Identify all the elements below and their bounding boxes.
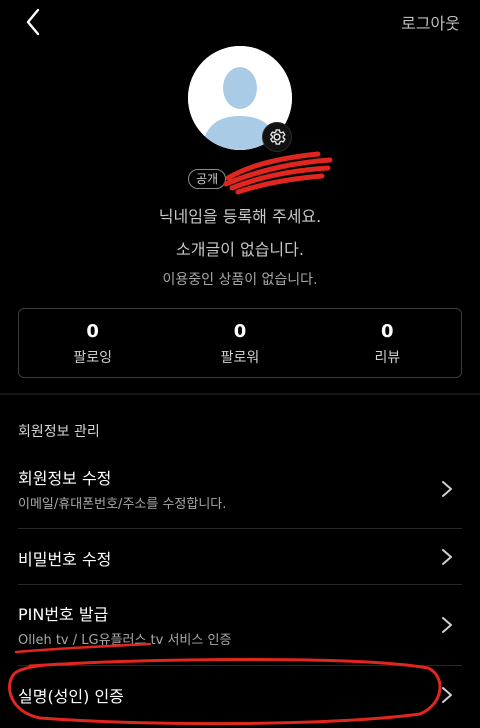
menu-item-title: 비밀번호 수정	[18, 550, 112, 569]
menu-item-pin-issue[interactable]: PIN번호 발급 Olleh tv / LG유플러스 tv 서비스 인증	[0, 585, 480, 665]
section-title: 회원정보 관리	[18, 424, 100, 440]
stat-value: 0	[86, 321, 99, 342]
menu-item-change-password[interactable]: 비밀번호 수정	[0, 529, 480, 584]
gear-icon	[270, 129, 286, 145]
menu-item-edit-profile[interactable]: 회원정보 수정 이메일/휴대폰번호/주소를 수정합니다.	[0, 452, 480, 528]
menu-item-subtitle: 이메일/휴대폰번호/주소를 수정합니다.	[18, 497, 227, 512]
product-status: 이용중인 상품이 없습니다.	[162, 272, 318, 288]
intro-text: 소개글이 없습니다.	[176, 240, 304, 259]
stat-label: 팔로워	[220, 350, 260, 366]
stat-label: 팔로잉	[73, 350, 112, 366]
chevron-right-icon	[442, 687, 452, 703]
menu-item-title: 회원정보 수정	[18, 469, 112, 488]
nickname-prompt[interactable]: 닉네임을 등록해 주세요.	[0, 203, 480, 227]
back-arrow-icon	[26, 8, 40, 36]
menu-item-title: 실명(성인) 인증	[18, 687, 124, 706]
stat-value: 0	[381, 321, 394, 342]
chevron-right-icon	[442, 617, 452, 633]
back-button[interactable]	[20, 6, 50, 38]
stat-reviews[interactable]: 0 리뷰	[314, 309, 461, 377]
section-divider	[0, 393, 480, 395]
chevron-right-icon	[442, 549, 452, 565]
stat-value: 0	[233, 321, 247, 342]
redaction-scribble	[223, 151, 333, 195]
logout-button[interactable]: 로그아웃	[401, 10, 460, 34]
header-bar: 로그아웃	[0, 0, 480, 44]
stat-followers[interactable]: 0 팔로워	[166, 309, 313, 377]
menu-item-real-name-verification[interactable]: 실명(성인) 인증	[0, 666, 480, 728]
chevron-right-icon	[442, 481, 452, 497]
menu-item-subtitle: Olleh tv / LG유플러스 tv 서비스 인증	[18, 633, 232, 648]
stat-label: 리뷰	[374, 350, 401, 366]
menu-item-title: PIN번호 발급	[18, 605, 109, 624]
stat-following[interactable]: 0 팔로잉	[19, 309, 166, 377]
stats-panel: 0 팔로잉 0 팔로워 0 리뷰	[18, 308, 462, 378]
